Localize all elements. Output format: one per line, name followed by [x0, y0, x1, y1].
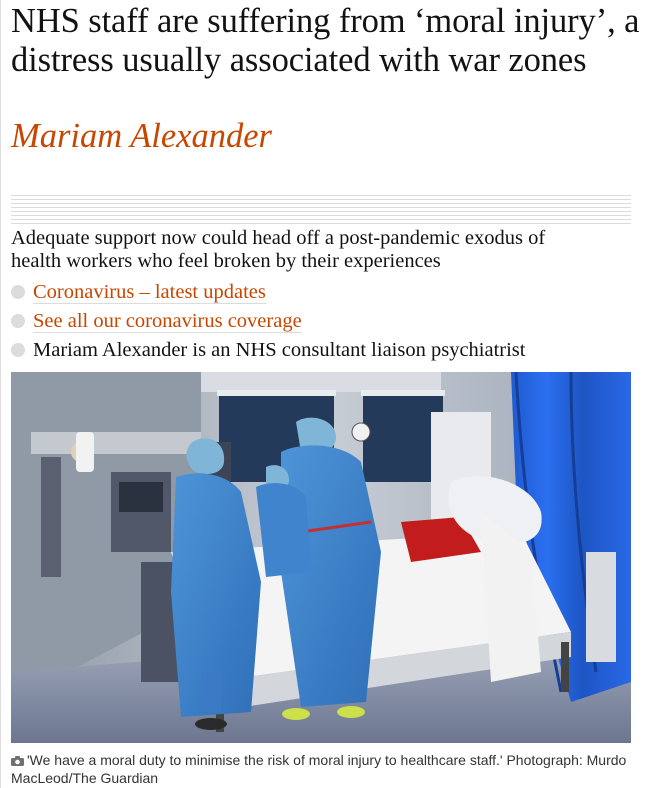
coronavirus-coverage-link[interactable]: See all our coronavirus coverage: [33, 310, 302, 333]
bullet-item-latest-updates: Coronavirus – latest updates: [11, 279, 641, 308]
bullet-dot-icon: [11, 343, 25, 357]
photo-caption: 'We have a moral duty to minimise the ri…: [11, 751, 631, 787]
caption-text: 'We have a moral duty to minimise the ri…: [11, 752, 627, 786]
bullet-dot-icon: [11, 314, 25, 328]
standfirst-bullet-list: Coronavirus – latest updates See all our…: [11, 279, 641, 366]
main-photo[interactable]: [11, 372, 631, 743]
article-page: NHS staff are suffering from ‘moral inju…: [0, 0, 652, 788]
bullet-item-author-bio: Mariam Alexander is an NHS consultant li…: [11, 337, 641, 366]
standfirst: Adequate support now could head off a po…: [11, 227, 546, 272]
left-border: [0, 0, 1, 788]
latest-updates-link[interactable]: Coronavirus – latest updates: [33, 281, 266, 304]
headline: NHS staff are suffering from ‘moral inju…: [11, 2, 640, 79]
author-bio-text: Mariam Alexander is an NHS consultant li…: [33, 339, 526, 361]
bullet-dot-icon: [11, 285, 25, 299]
hospital-ward-illustration: [11, 372, 631, 743]
bullet-item-coverage: See all our coronavirus coverage: [11, 308, 641, 337]
camera-icon: [11, 756, 24, 766]
byline-author-link[interactable]: Mariam Alexander: [11, 116, 272, 156]
section-divider: [11, 195, 631, 225]
